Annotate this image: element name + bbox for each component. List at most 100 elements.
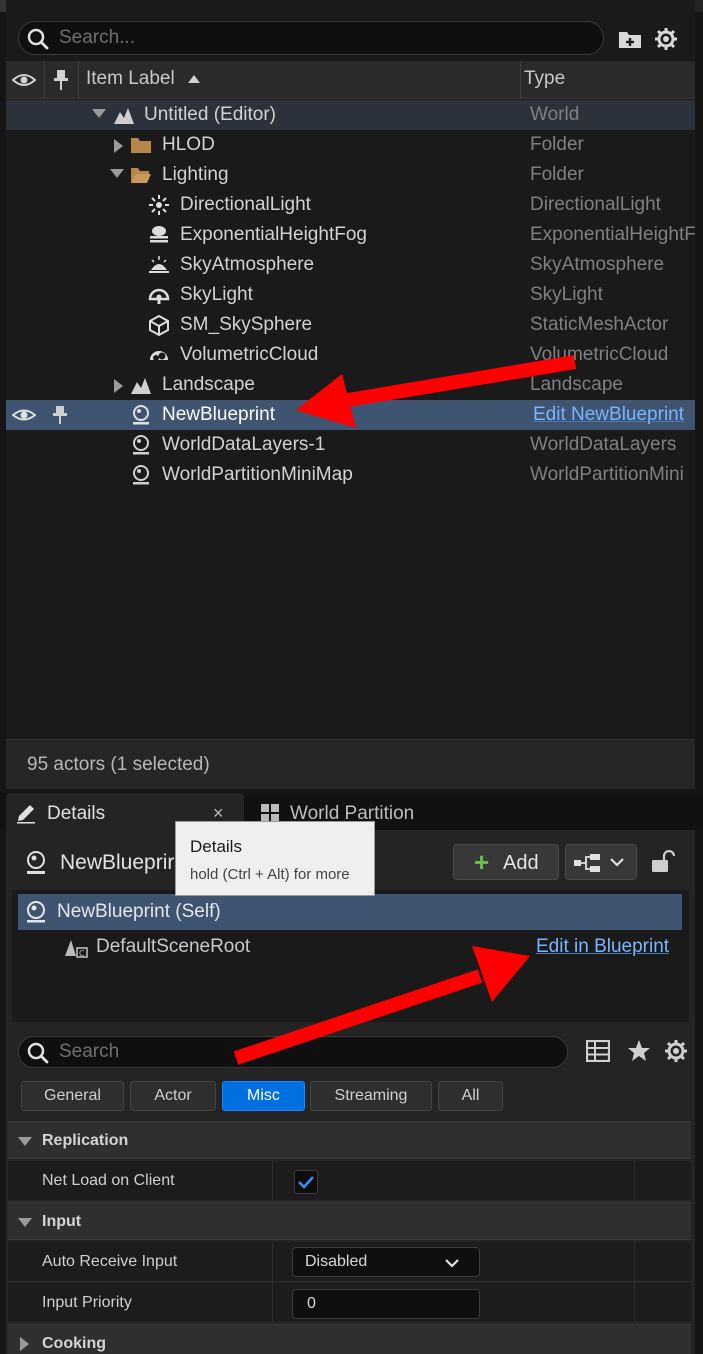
section-title: Cooking xyxy=(42,1335,106,1352)
edit-blueprint-link[interactable]: Edit NewBlueprint xyxy=(533,404,698,426)
tree-row-label: VolumetricCloud xyxy=(180,344,319,365)
outliner-search-input[interactable] xyxy=(59,24,589,52)
table-view-icon[interactable] xyxy=(586,1040,610,1062)
add-folder-button[interactable] xyxy=(617,26,643,52)
expand-arrow-icon[interactable] xyxy=(110,169,124,178)
outliner-status-bar: 95 actors (1 selected) xyxy=(6,739,695,789)
tree-row-label: WorldPartitionMiniMap xyxy=(162,464,353,485)
section-replication[interactable]: Replication xyxy=(8,1121,691,1159)
details-search[interactable] xyxy=(18,1036,568,1068)
actor-count-status: 95 actors (1 selected) xyxy=(27,754,210,775)
tree-row-sky-sphere[interactable]: SM_SkySphere StaticMeshActor xyxy=(6,310,695,340)
prop-label: Input Priority xyxy=(42,1294,132,1311)
tooltip-hint: hold (Ctrl + Alt) for more xyxy=(190,866,350,883)
net-load-checkbox[interactable] xyxy=(294,1170,318,1194)
tree-row-label: SkyLight xyxy=(180,284,253,305)
actor-icon xyxy=(27,901,45,923)
tree-row-landscape[interactable]: Landscape Landscape xyxy=(6,370,695,400)
component-self-label: NewBlueprint (Self) xyxy=(57,901,221,922)
component-self[interactable]: NewBlueprint (Self) xyxy=(18,894,682,930)
tree-row-sky-atmosphere[interactable]: SkyAtmosphere SkyAtmosphere xyxy=(6,250,695,280)
sky-light-icon xyxy=(148,288,170,304)
tree-row-label: NewBlueprint xyxy=(162,404,275,425)
tree-row-type: WorldDataLayers xyxy=(530,434,677,455)
type-column-header[interactable]: Type xyxy=(524,68,565,90)
prop-net-load-on-client: Net Load on Client xyxy=(8,1161,691,1201)
section-title: Replication xyxy=(42,1132,129,1149)
tree-row-label: Landscape xyxy=(162,374,255,395)
star-icon[interactable] xyxy=(627,1039,651,1063)
outliner-search[interactable] xyxy=(18,21,604,55)
filter-all-button[interactable]: All xyxy=(438,1081,503,1111)
sort-ascending-icon xyxy=(188,75,200,83)
prop-input-priority: Input Priority 0 xyxy=(8,1283,691,1323)
tree-row-label: DirectionalLight xyxy=(180,194,311,215)
sky-atmosphere-icon xyxy=(149,256,169,273)
tree-row-type: Folder xyxy=(530,164,584,185)
section-cooking[interactable]: Cooking xyxy=(8,1324,691,1354)
folder-icon xyxy=(131,138,151,153)
outliner-settings-button[interactable] xyxy=(653,26,679,52)
tree-row-world[interactable]: Untitled (Editor) World xyxy=(6,100,695,130)
tree-row-directional-light[interactable]: DirectionalLight DirectionalLight xyxy=(6,190,695,220)
tree-row-new-blueprint[interactable]: NewBlueprint Edit NewBlueprint xyxy=(6,400,695,430)
tree-row-lighting[interactable]: Lighting Folder xyxy=(6,160,695,190)
header-divider xyxy=(78,61,79,99)
expand-arrow-icon[interactable] xyxy=(92,109,106,118)
search-icon xyxy=(27,1042,49,1064)
actor-icon xyxy=(133,465,149,485)
header-divider xyxy=(520,61,521,99)
unlock-icon[interactable] xyxy=(651,850,675,874)
header-divider xyxy=(44,61,45,99)
tree-row-sky-light[interactable]: SkyLight SkyLight xyxy=(6,280,695,310)
tree-row-label: SM_SkySphere xyxy=(180,314,313,335)
actor-icon xyxy=(27,851,45,874)
tree-row-world-partition-minimap[interactable]: WorldPartitionMiniMap WorldPartitionMini xyxy=(6,460,695,490)
details-tooltip: Details hold (Ctrl + Alt) for more xyxy=(175,821,375,896)
filter-misc-button[interactable]: Misc xyxy=(222,1081,305,1111)
tree-row-type: StaticMeshActor xyxy=(530,314,669,335)
tree-row-hlod[interactable]: HLOD Folder xyxy=(6,130,695,160)
directional-light-icon xyxy=(149,195,169,215)
edit-in-blueprint-link[interactable]: Edit in Blueprint xyxy=(536,936,669,958)
tree-row-type: VolumetricCloud xyxy=(530,344,669,365)
tree-row-type: ExponentialHeightF xyxy=(530,224,695,245)
prop-label: Net Load on Client xyxy=(42,1172,175,1189)
add-component-button[interactable]: + Add xyxy=(453,844,559,880)
tree-row-label: ExponentialHeightFog xyxy=(180,224,367,245)
input-priority-field[interactable]: 0 xyxy=(292,1289,480,1319)
gear-icon[interactable] xyxy=(664,1039,688,1063)
item-label-column-header[interactable]: Item Label xyxy=(86,68,175,90)
pin-icon[interactable] xyxy=(52,69,70,91)
visibility-eye-icon[interactable] xyxy=(12,406,36,424)
filter-streaming-button[interactable]: Streaming xyxy=(310,1081,432,1111)
tree-row-volumetric-cloud[interactable]: VolumetricCloud VolumetricCloud xyxy=(6,340,695,370)
collapse-arrow-icon[interactable] xyxy=(114,139,123,153)
actor-name-field[interactable]: NewBlueprir xyxy=(60,851,174,875)
tree-row-height-fog[interactable]: ExponentialHeightFog ExponentialHeightF xyxy=(6,220,695,250)
component-default-scene-root[interactable]: C DefaultSceneRoot Edit in Blueprint xyxy=(18,930,682,964)
tree-row-type: DirectionalLight xyxy=(530,194,661,215)
blueprint-options-button[interactable] xyxy=(565,844,637,880)
tree-row-world-data-layers[interactable]: WorldDataLayers-1 WorldDataLayers xyxy=(6,430,695,460)
actor-icon xyxy=(133,405,149,425)
static-mesh-icon xyxy=(149,314,169,336)
blueprint-hierarchy-icon xyxy=(574,854,600,872)
filter-general-button[interactable]: General xyxy=(21,1081,124,1111)
pin-icon[interactable] xyxy=(52,405,68,425)
component-tree: NewBlueprint (Self) C DefaultSceneRoot E… xyxy=(12,890,689,1022)
pencil-icon xyxy=(17,805,35,824)
auto-receive-input-dropdown[interactable]: Disabled xyxy=(292,1247,480,1277)
section-title: Input xyxy=(42,1213,82,1230)
eye-icon[interactable] xyxy=(12,70,36,90)
world-icon xyxy=(114,108,134,124)
collapse-arrow-icon[interactable] xyxy=(114,379,123,393)
filter-actor-button[interactable]: Actor xyxy=(130,1081,216,1111)
tab-details-label: Details xyxy=(47,803,106,824)
details-search-input[interactable] xyxy=(59,1039,559,1065)
section-expand-arrow-icon xyxy=(18,1137,32,1146)
tree-row-label: WorldDataLayers-1 xyxy=(162,434,326,455)
actor-icon xyxy=(133,435,149,455)
section-input[interactable]: Input xyxy=(8,1202,691,1240)
chevron-down-icon xyxy=(445,1259,459,1268)
